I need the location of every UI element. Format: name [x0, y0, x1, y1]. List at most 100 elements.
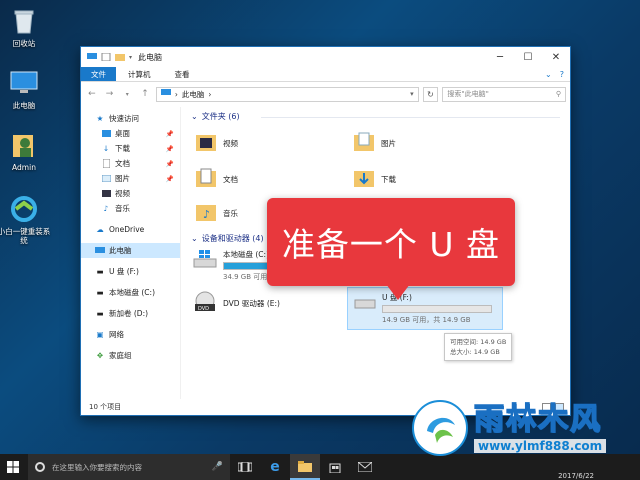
- drive-usage-bar: [382, 305, 492, 313]
- sidebar-item-local-disk-c[interactable]: ▬ 本地磁盘 (C:): [81, 285, 180, 300]
- watermark-logo-icon: [412, 400, 468, 456]
- computer-icon: [160, 89, 171, 99]
- store-icon: [329, 463, 341, 473]
- pin-icon[interactable]: 📌: [166, 145, 174, 153]
- mail-icon: [358, 462, 372, 472]
- edge-button[interactable]: e: [260, 454, 290, 480]
- sidebar-item-onedrive[interactable]: ☁ OneDrive: [81, 222, 180, 237]
- folder-documents[interactable]: 文档: [195, 167, 238, 191]
- store-button[interactable]: [320, 454, 350, 480]
- taskbar-date: 2017/6/22: [558, 472, 594, 480]
- properties-icon[interactable]: [101, 52, 111, 62]
- star-icon: ★: [96, 114, 104, 123]
- user-folder-icon: [9, 130, 39, 160]
- sidebar-item-music[interactable]: ♪ 音乐: [81, 201, 180, 216]
- svg-text:♪: ♪: [203, 208, 210, 221]
- task-view-button[interactable]: [230, 454, 260, 480]
- drive-name: DVD 驱动器 (E:): [223, 298, 280, 308]
- drive-tooltip: 可用空间: 14.9 GB 总大小: 14.9 GB: [444, 333, 513, 361]
- folder-icon: [298, 460, 312, 472]
- music-folder-icon: ♪: [195, 201, 217, 225]
- search-box[interactable]: 搜索"此电脑" ⚲: [442, 86, 567, 102]
- up-button[interactable]: ↑: [138, 89, 152, 99]
- recent-dropdown[interactable]: ▾: [120, 91, 134, 98]
- tab-view[interactable]: 查看: [163, 67, 202, 81]
- pin-icon[interactable]: 📌: [166, 160, 174, 168]
- sidebar-item-quick-access[interactable]: ★ 快速访问: [81, 111, 180, 126]
- sidebar-item-network[interactable]: ▣ 网络: [81, 327, 180, 342]
- video-icon: [101, 189, 111, 198]
- microphone-icon[interactable]: 🎤: [212, 462, 223, 472]
- sidebar-item-pictures[interactable]: 图片 📌: [81, 171, 180, 186]
- item-count: 10 个项目: [89, 403, 122, 411]
- usb-drive-icon: ▬: [96, 267, 104, 276]
- desktop-icon-this-pc[interactable]: 此电脑: [0, 68, 51, 110]
- computer-icon: [87, 53, 97, 61]
- folder-downloads[interactable]: 下载: [353, 167, 396, 191]
- address-bar[interactable]: › 此电脑 › ▾: [155, 86, 419, 102]
- drive-usb[interactable]: U 盘 (F:) 14.9 GB 可用，共 14.9 GB: [347, 287, 503, 330]
- download-folder-icon: [353, 167, 375, 191]
- folder-music[interactable]: ♪ 音乐: [195, 201, 238, 225]
- reinstall-app-icon: [9, 194, 39, 224]
- sidebar-item-this-pc[interactable]: 此电脑: [81, 243, 180, 258]
- desktop-icon-xiaobai[interactable]: 小白一键重装系统: [0, 194, 51, 245]
- desktop-icon-label: Admin: [12, 163, 36, 172]
- desktop-icon-label: 回收站: [12, 39, 36, 48]
- video-folder-icon: [195, 131, 217, 155]
- devices-group-header[interactable]: ⌄ 设备和驱动器 (4): [191, 233, 264, 244]
- window-title: 此电脑: [138, 52, 163, 62]
- sidebar-item-volume-d[interactable]: ▬ 新加卷 (D:): [81, 306, 180, 321]
- sidebar-item-homegroup[interactable]: ✥ 家庭组: [81, 348, 180, 363]
- navigation-pane: ★ 快速访问 桌面 📌 ↓ 下载 📌 文档 📌 图片 📌 视频 ♪ 音乐 ☁ OneDrive …: [81, 107, 181, 399]
- file-explorer-button[interactable]: [290, 454, 320, 480]
- watermark: 雨林木风 www.ylmf888.com: [412, 397, 634, 459]
- help-icon[interactable]: ?: [560, 70, 564, 79]
- desktop-icon-admin[interactable]: Admin: [0, 130, 51, 172]
- desktop-icon-recycle-bin[interactable]: 回收站: [0, 6, 51, 48]
- windows-logo-icon: [7, 461, 19, 473]
- pin-icon[interactable]: 📌: [166, 175, 174, 183]
- drive-dvd[interactable]: DVD DVD 驱动器 (E:): [193, 291, 280, 315]
- callout-banner: 准备一个 U 盘: [267, 198, 515, 286]
- sidebar-item-usb[interactable]: ▬ U 盘 (F:): [81, 264, 180, 279]
- task-view-icon: [238, 462, 252, 472]
- breadcrumb[interactable]: 此电脑: [182, 89, 205, 100]
- chevron-down-icon: ⌄: [191, 112, 198, 121]
- sidebar-item-documents[interactable]: 文档 📌: [81, 156, 180, 171]
- expand-ribbon-icon[interactable]: ⌄: [545, 70, 552, 79]
- sidebar-item-downloads[interactable]: ↓ 下载 📌: [81, 141, 180, 156]
- mail-button[interactable]: [350, 454, 380, 480]
- quick-access-toolbar: ▾: [81, 52, 132, 62]
- callout-tail: [386, 284, 410, 300]
- minimize-button[interactable]: ─: [486, 47, 514, 67]
- taskbar-search[interactable]: 在这里输入你要搜索的内容 🎤: [28, 454, 230, 480]
- tab-file[interactable]: 文件: [81, 67, 116, 81]
- drive-free-space: 14.9 GB 可用，共 14.9 GB: [382, 316, 471, 324]
- sidebar-item-videos[interactable]: 视频: [81, 186, 180, 201]
- picture-folder-icon: [353, 131, 375, 155]
- document-icon: [101, 159, 111, 168]
- new-folder-icon[interactable]: [115, 53, 125, 61]
- ribbon-tabs: 文件 计算机 查看 ⌄ ?: [81, 67, 570, 82]
- folder-pictures[interactable]: 图片: [353, 131, 396, 155]
- cloud-icon: ☁: [96, 225, 104, 234]
- folder-videos[interactable]: 视频: [195, 131, 238, 155]
- pin-icon[interactable]: 📌: [166, 130, 174, 138]
- qa-dropdown-icon[interactable]: ▾: [129, 54, 132, 61]
- close-button[interactable]: ✕: [542, 47, 570, 67]
- forward-button[interactable]: →: [103, 89, 117, 99]
- refresh-button[interactable]: ↻: [422, 86, 439, 102]
- folders-group-header[interactable]: ⌄ 文件夹 (6): [191, 111, 240, 122]
- start-button[interactable]: [0, 454, 26, 480]
- music-icon: ♪: [103, 204, 109, 213]
- navigation-bar: ← → ▾ ↑ › 此电脑 › ▾ ↻ 搜索"此电脑" ⚲: [81, 82, 570, 106]
- maximize-button[interactable]: ☐: [514, 47, 542, 67]
- desktop-icon-label: 小白一键重装系统: [0, 227, 51, 245]
- tab-computer[interactable]: 计算机: [116, 67, 163, 81]
- sidebar-item-desktop[interactable]: 桌面 📌: [81, 126, 180, 141]
- svg-text:DVD: DVD: [198, 306, 209, 312]
- back-button[interactable]: ←: [85, 89, 99, 99]
- address-dropdown-icon[interactable]: ▾: [410, 90, 414, 98]
- picture-icon: [101, 174, 111, 183]
